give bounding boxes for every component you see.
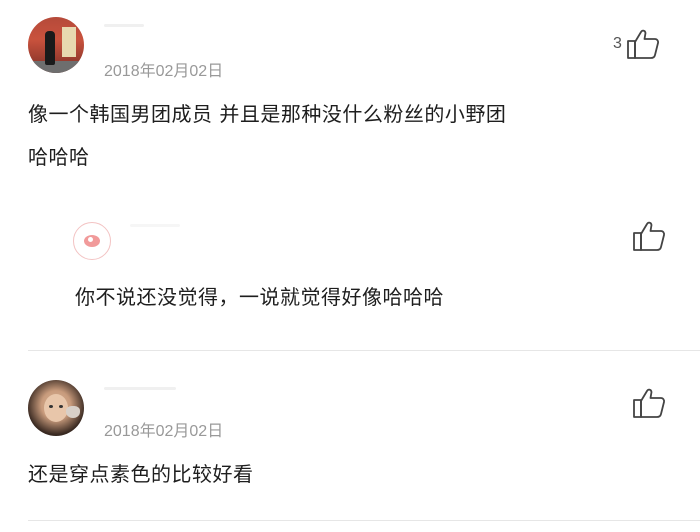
comment-text-line-1: 像一个韩国男团成员 并且是那种没什么粉丝的小野团 xyxy=(28,102,507,126)
comment-text: 还是穿点素色的比较好看 xyxy=(28,462,254,486)
comment-date: 2018年02月02日 xyxy=(104,63,224,80)
divider xyxy=(28,520,700,521)
comment-text-line-2: 哈哈哈 xyxy=(28,145,90,169)
like-count: 3 xyxy=(613,35,622,52)
avatar-dot xyxy=(88,237,93,242)
thumbs-up-icon xyxy=(633,221,665,251)
reply-text: 你不说还没觉得，一说就觉得好像哈哈哈 xyxy=(75,285,444,309)
avatar[interactable] xyxy=(28,17,84,73)
avatar-floor xyxy=(28,61,84,73)
like-button[interactable] xyxy=(632,387,666,419)
like-button[interactable]: 3 xyxy=(613,28,660,60)
avatar-face xyxy=(44,394,68,422)
reply-like-button[interactable] xyxy=(632,220,666,252)
avatar-cat xyxy=(66,406,80,418)
thumbs-up-icon xyxy=(627,29,659,59)
avatar-pedestal xyxy=(62,27,76,57)
avatar[interactable] xyxy=(28,380,84,436)
comment-date: 2018年02月02日 xyxy=(104,423,224,440)
username-blurred[interactable] xyxy=(104,24,144,27)
avatar-figure xyxy=(45,31,55,65)
divider xyxy=(28,350,700,351)
username-blurred[interactable] xyxy=(104,387,176,390)
reply-avatar[interactable] xyxy=(73,222,111,260)
thumbs-up-icon xyxy=(633,388,665,418)
avatar-eye xyxy=(59,405,63,408)
avatar-eye xyxy=(49,405,53,408)
reply-username-blurred[interactable] xyxy=(130,224,180,227)
